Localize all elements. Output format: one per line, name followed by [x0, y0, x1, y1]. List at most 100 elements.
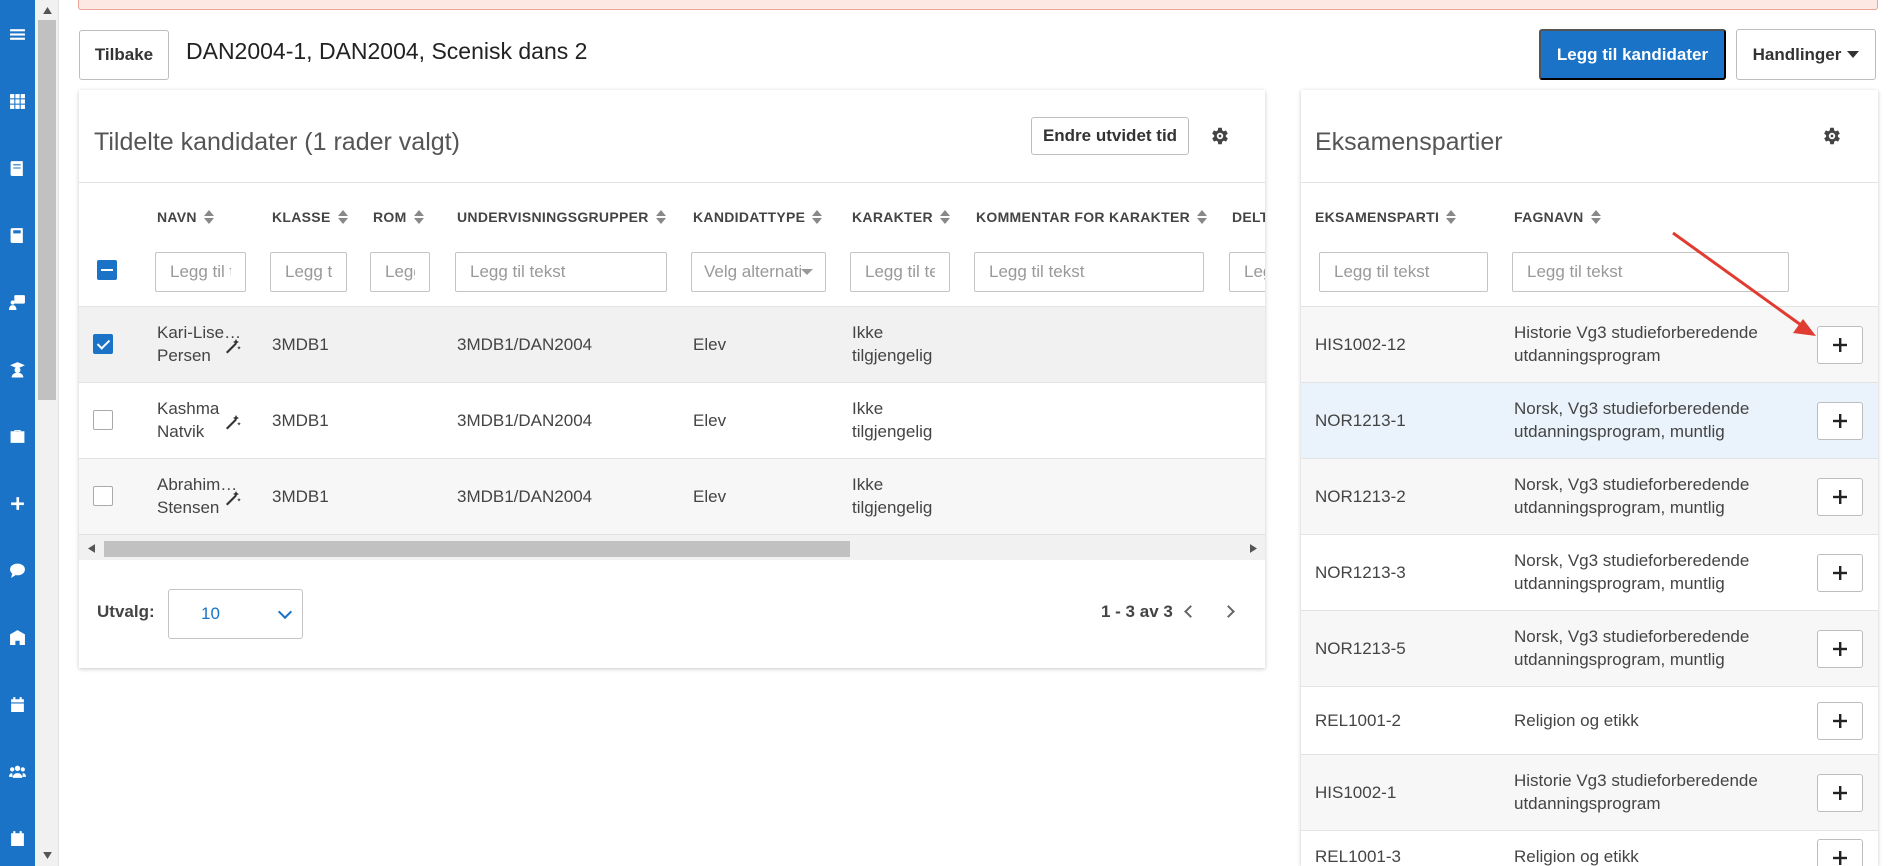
school-icon[interactable]	[0, 622, 35, 652]
briefcase-icon[interactable]	[0, 421, 35, 451]
calendar-check-icon[interactable]	[0, 823, 35, 853]
add-exam-group-button[interactable]	[1817, 774, 1863, 812]
book-alt-icon[interactable]	[0, 220, 35, 250]
sort-icon	[655, 210, 666, 224]
scroll-down-icon[interactable]	[35, 848, 59, 862]
extend-time-button[interactable]: Endre utvidet tid	[1031, 117, 1189, 155]
filter-karakter-input[interactable]	[850, 252, 950, 292]
exam-group-code: HIS1002-12	[1315, 335, 1406, 354]
karakter-line: tilgjengelig	[852, 422, 933, 441]
col-header-rom[interactable]: ROM	[373, 209, 424, 225]
cell-klasse: 3MDB1	[272, 411, 329, 430]
chat-icon[interactable]	[0, 555, 35, 585]
apps-grid-icon[interactable]	[0, 86, 35, 116]
filter-navn-input[interactable]	[155, 252, 246, 292]
exam-group-code: NOR1213-2	[1315, 487, 1406, 506]
exam-group-row[interactable]: NOR1213-2 Norsk, Vg3 studieforberedende u…	[1301, 458, 1878, 534]
table-row[interactable]: Abrahim… Stensen 3MDB1 3MDB1/DAN2004 Elev…	[79, 458, 1265, 534]
exam-group-row[interactable]: NOR1213-1 Norsk, Vg3 studieforberedende u…	[1301, 382, 1878, 458]
filter-kandidattype-select[interactable]: Velg alternativ	[691, 252, 826, 292]
page-size-select[interactable]: 10	[168, 589, 303, 639]
name-line: Norsk, Vg3 studieforberedende	[1514, 399, 1750, 418]
book-icon[interactable]	[0, 153, 35, 183]
filter-grupper-input[interactable]	[455, 252, 667, 292]
sort-icon	[1590, 210, 1601, 224]
filter-klasse-input[interactable]	[270, 252, 347, 292]
group-icon[interactable]	[0, 756, 35, 786]
select-all-checkbox[interactable]	[97, 260, 117, 280]
settings-gear-icon[interactable]	[1821, 125, 1843, 147]
sort-icon	[413, 210, 424, 224]
add-exam-group-button[interactable]	[1817, 839, 1863, 866]
calendar-icon[interactable]	[0, 689, 35, 719]
cell-gruppe: 3MDB1/DAN2004	[457, 335, 593, 354]
col-header-navn[interactable]: NAVN	[157, 209, 214, 225]
name-line: utdanningsprogram	[1514, 794, 1661, 813]
col-header-kandidattype[interactable]: KANDIDATTYPE	[693, 209, 823, 225]
table-row[interactable]: Kari-Lise… Persen 3MDB1 3MDB1/DAN2004 Ele…	[79, 306, 1265, 382]
filter-rom-input[interactable]	[370, 252, 430, 292]
chevron-down-icon	[277, 604, 293, 619]
table-horizontal-scrollbar[interactable]	[79, 534, 1265, 560]
exam-group-row[interactable]: HIS1002-1 Historie Vg3 studieforberedend…	[1301, 754, 1878, 830]
exam-group-code: NOR1213-3	[1315, 563, 1406, 582]
edit-wand-icon[interactable]	[224, 337, 242, 355]
exam-group-name: Norsk, Vg3 studieforberedende utdanningsp…	[1514, 473, 1749, 519]
col-header-karakter[interactable]: KARAKTER	[852, 209, 950, 225]
col-header-label: EKSAMENSPARTI	[1315, 209, 1440, 225]
scroll-up-icon[interactable]	[35, 3, 59, 17]
filter-fagnavn-input[interactable]	[1512, 252, 1789, 292]
back-button[interactable]: Tilbake	[79, 30, 169, 80]
edit-wand-icon[interactable]	[224, 489, 242, 507]
name-line: Norsk, Vg3 studieforberedende	[1514, 627, 1750, 646]
add-exam-group-button[interactable]	[1817, 702, 1863, 740]
col-header-label: DELT	[1232, 209, 1265, 225]
edit-wand-icon[interactable]	[224, 413, 242, 431]
row-checkbox[interactable]	[93, 486, 113, 506]
add-exam-group-button[interactable]	[1817, 478, 1863, 516]
exam-group-row[interactable]: NOR1213-3 Norsk, Vg3 studieforberedende u…	[1301, 534, 1878, 610]
col-header-label: KOMMENTAR FOR KARAKTER	[976, 209, 1190, 225]
add-exam-group-button[interactable]	[1817, 630, 1863, 668]
page-size-value: 10	[201, 604, 220, 623]
actions-label: Handlinger	[1752, 44, 1842, 64]
add-exam-group-button[interactable]	[1817, 326, 1863, 364]
next-page-button[interactable]	[1218, 600, 1238, 622]
col-header-delt[interactable]: DELT	[1232, 209, 1265, 225]
col-header-fagnavn[interactable]: FAGNAVN	[1514, 209, 1601, 225]
horizontal-scrollbar-thumb[interactable]	[104, 541, 850, 557]
row-checkbox[interactable]	[93, 334, 113, 354]
previous-page-button[interactable]	[1180, 600, 1200, 622]
plus-icon[interactable]	[0, 488, 35, 518]
table-row[interactable]: Kashma Natvik 3MDB1 3MDB1/DAN2004 Elev Ik…	[79, 382, 1265, 458]
teacher-icon[interactable]	[0, 287, 35, 317]
cell-type: Elev	[693, 335, 727, 354]
student-icon[interactable]	[0, 354, 35, 384]
add-exam-group-button[interactable]	[1817, 402, 1863, 440]
menu-icon[interactable]	[0, 19, 35, 49]
scroll-left-icon[interactable]	[84, 541, 98, 555]
exam-group-row[interactable]: REL1001-3 Religion og etikk	[1301, 830, 1878, 866]
col-header-kommentar[interactable]: KOMMENTAR FOR KARAKTER	[976, 209, 1207, 225]
add-candidates-button[interactable]: Legg til kandidater	[1539, 29, 1726, 80]
filter-eksamensparti-input[interactable]	[1319, 252, 1488, 292]
settings-gear-icon[interactable]	[1209, 125, 1231, 147]
col-header-klasse[interactable]: KLASSE	[272, 209, 348, 225]
exam-group-row[interactable]: HIS1002-12 Historie Vg3 studieforbereden…	[1301, 306, 1878, 382]
assigned-candidates-panel: Tildelte kandidater (1 rader valgt) Endr…	[79, 90, 1265, 668]
actions-dropdown-button[interactable]: Handlinger	[1736, 29, 1876, 80]
filter-delt-input[interactable]	[1229, 252, 1265, 292]
col-header-undervisningsgrupper[interactable]: UNDERVISNINGSGRUPPER	[457, 209, 666, 225]
exam-group-row[interactable]: NOR1213-5 Norsk, Vg3 studieforberedende u…	[1301, 610, 1878, 686]
add-exam-group-button[interactable]	[1817, 554, 1863, 592]
row-checkbox[interactable]	[93, 410, 113, 430]
candidate-name: Kashma Natvik	[157, 397, 219, 443]
filter-kommentar-input[interactable]	[974, 252, 1204, 292]
exam-group-row[interactable]: REL1001-2 Religion og etikk	[1301, 686, 1878, 754]
scroll-right-icon[interactable]	[1246, 541, 1260, 555]
divider	[1301, 182, 1878, 183]
page-scrollbar-thumb[interactable]	[38, 20, 56, 400]
col-header-eksamensparti[interactable]: EKSAMENSPARTI	[1315, 209, 1457, 225]
page-scrollbar[interactable]	[35, 0, 59, 866]
cell-klasse: 3MDB1	[272, 335, 329, 354]
